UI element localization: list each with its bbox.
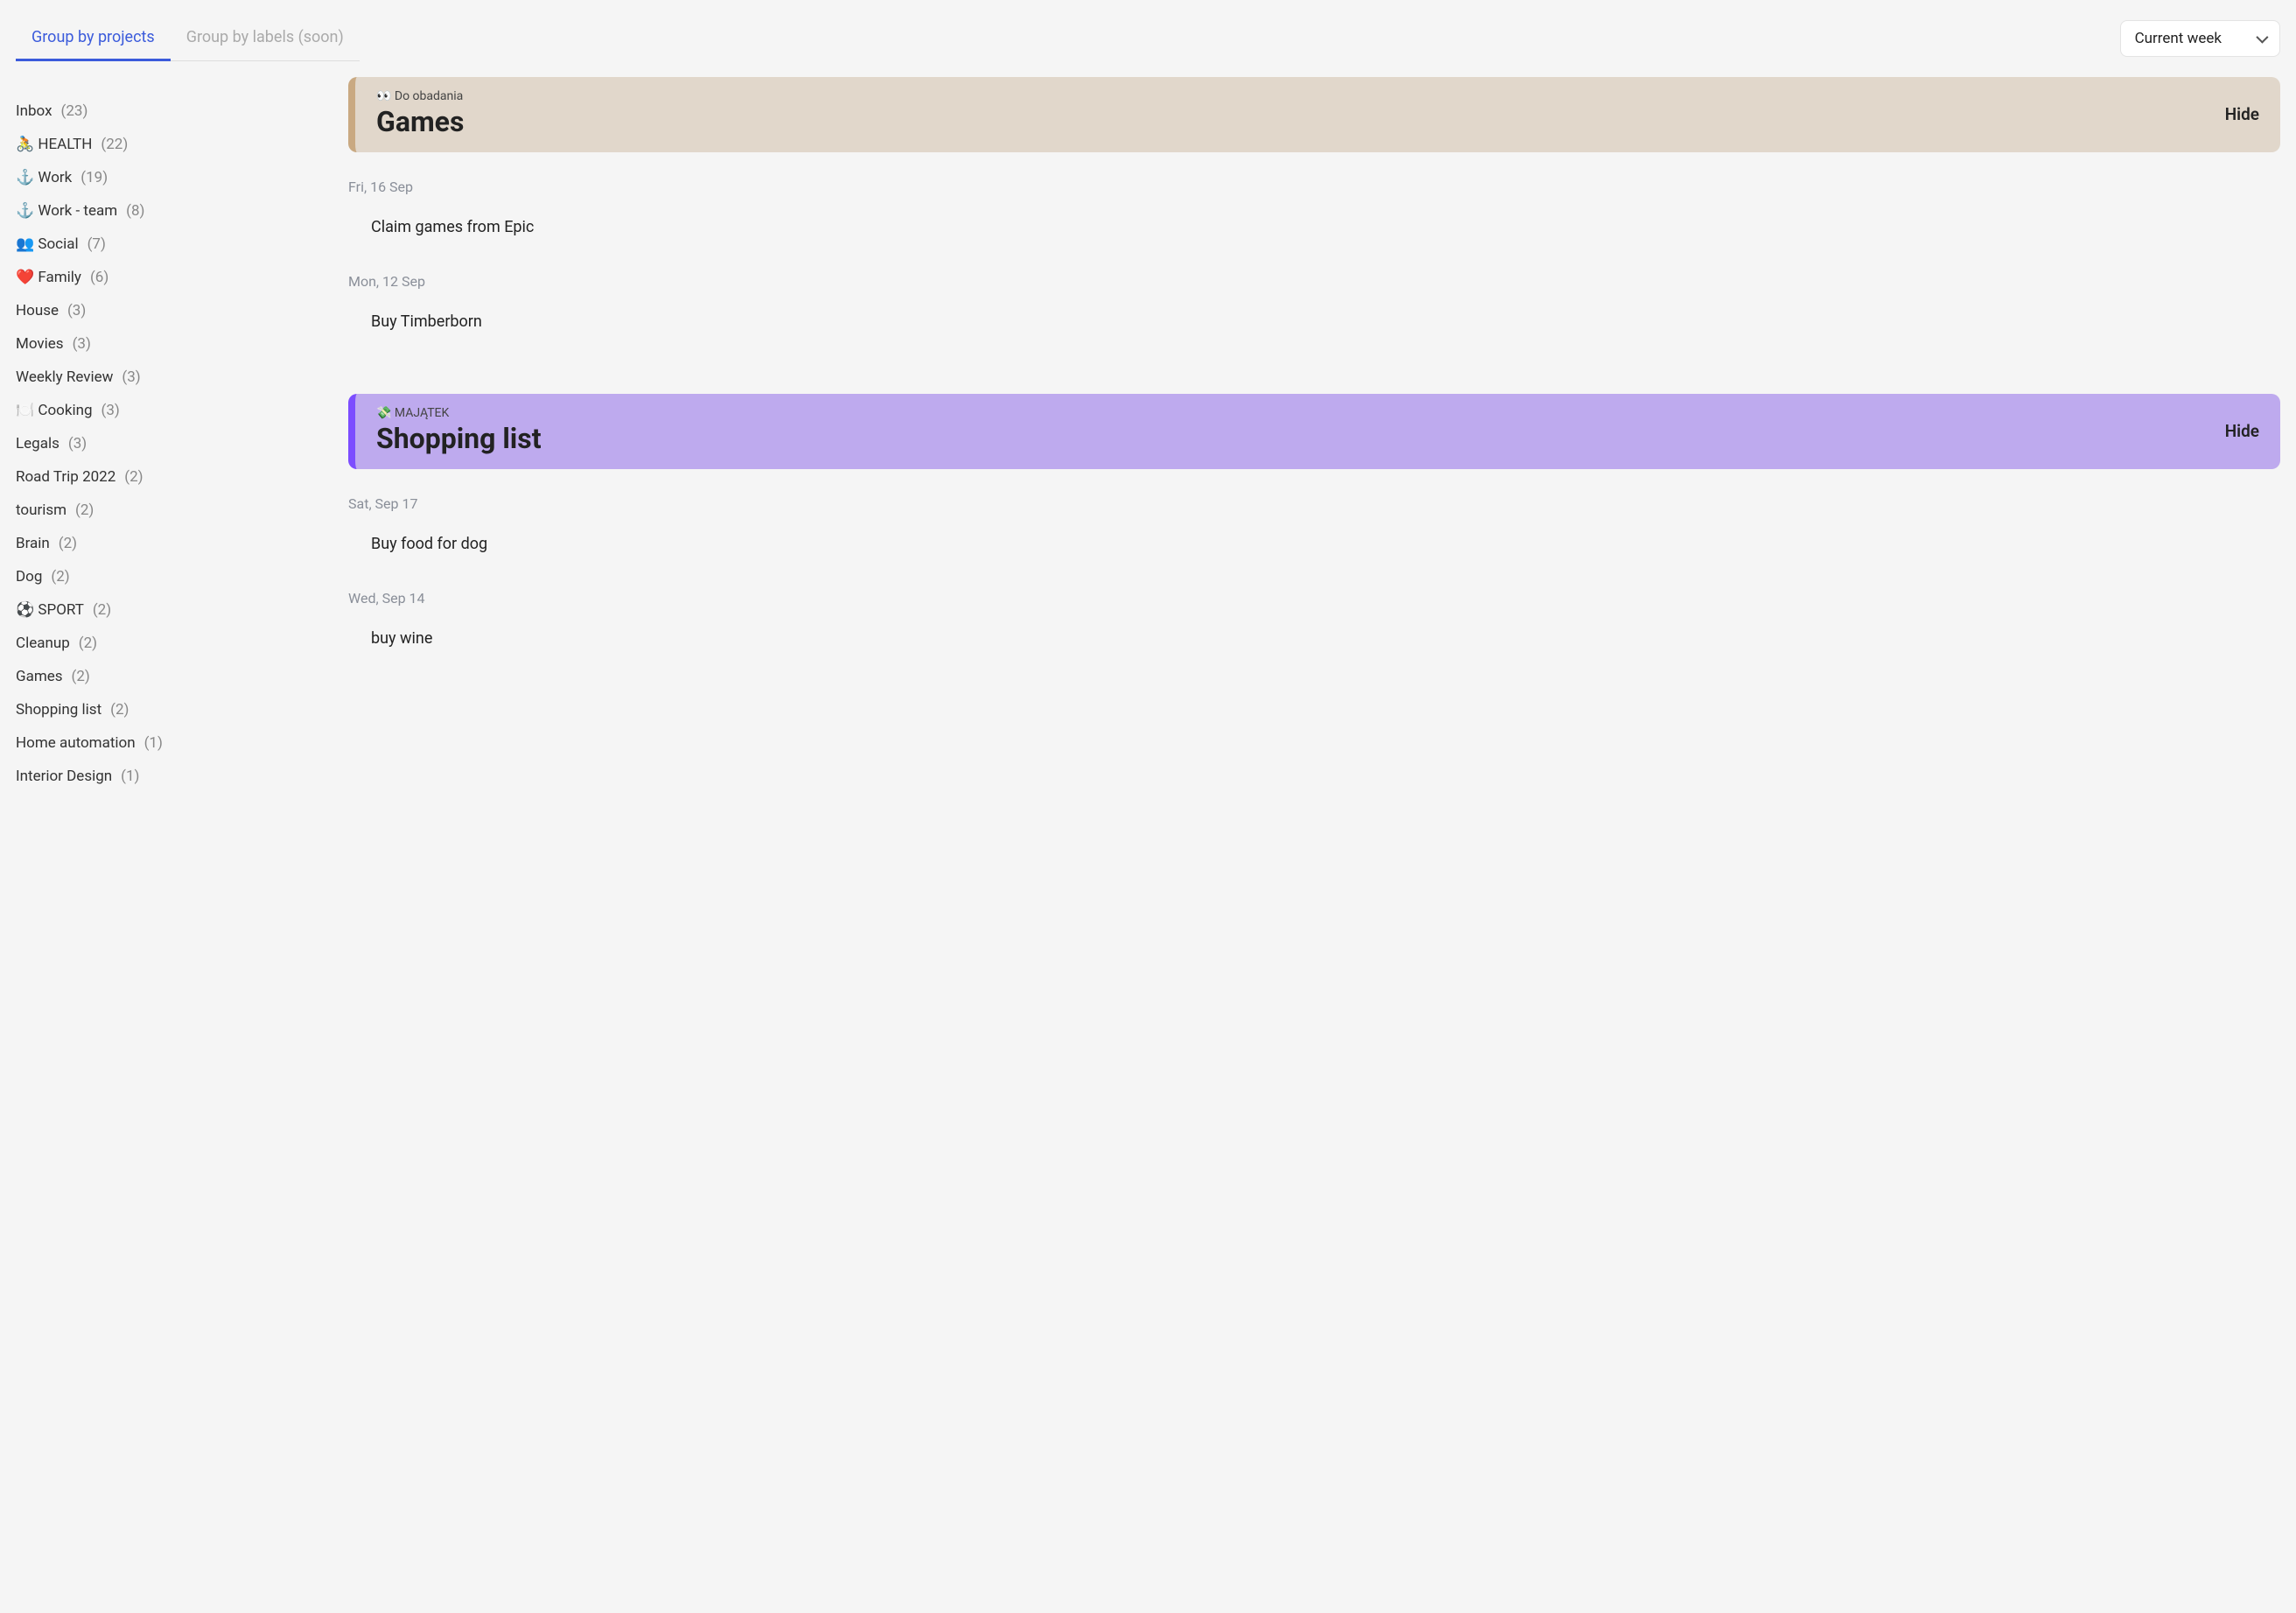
section-title: Shopping list [376, 422, 542, 455]
sidebar-item[interactable]: Road Trip 2022 (2) [16, 460, 313, 494]
task-item[interactable]: Buy Timberborn [348, 302, 2280, 341]
sidebar-item[interactable]: ⚓ Work (19) [16, 161, 313, 194]
sidebar-item[interactable]: Movies (3) [16, 327, 313, 361]
chevron-down-icon [2256, 32, 2268, 44]
sidebar-item-label: ❤️ Family [16, 269, 81, 286]
sidebar-item[interactable]: Cleanup (2) [16, 627, 313, 660]
project-section: 💸 MAJĄTEK Shopping list Hide Sat, Sep 17 Buy… [348, 394, 2280, 658]
sidebar-item-label: Dog [16, 568, 42, 586]
tab-group-by-projects[interactable]: Group by projects [16, 16, 171, 61]
period-select-value: Current week [2135, 30, 2222, 47]
sidebar-item-label: tourism [16, 501, 66, 519]
sidebar-item-label: 👥 Social [16, 235, 79, 253]
sidebar-item-count: (2) [72, 668, 90, 685]
sidebar-item-label: Weekly Review [16, 368, 113, 386]
date-label: Wed, Sep 14 [348, 590, 2280, 607]
sidebar-item-count: (19) [80, 169, 108, 186]
sidebar-item[interactable]: 👥 Social (7) [16, 228, 313, 261]
sidebar-item-label: Interior Design [16, 768, 112, 785]
sidebar-item-label: Shopping list [16, 701, 102, 719]
sidebar-item-count: (22) [101, 136, 128, 153]
task-item[interactable]: Claim games from Epic [348, 207, 2280, 247]
sidebar-item-count: (3) [67, 302, 86, 319]
tab-bar: Group by projects Group by labels (soon) [16, 16, 360, 61]
sidebar-item-label: Brain [16, 535, 50, 552]
sidebar-item[interactable]: Inbox (23) [16, 95, 313, 128]
sidebar-item-count: (2) [124, 468, 143, 486]
sidebar-item-count: (1) [121, 768, 139, 785]
sidebar-item[interactable]: ❤️ Family (6) [16, 261, 313, 294]
sidebar-item-label: ⚓ Work - team [16, 202, 117, 220]
sidebar-item[interactable]: Dog (2) [16, 560, 313, 593]
sidebar-item[interactable]: Games (2) [16, 660, 313, 693]
date-label: Fri, 16 Sep [348, 179, 2280, 195]
sidebar-item-label: ⚽ SPORT [16, 601, 84, 619]
sidebar-item-count: (1) [144, 734, 163, 752]
sidebar-item-label: 🚴 HEALTH [16, 136, 92, 153]
section-header: 💸 MAJĄTEK Shopping list Hide [348, 394, 2280, 469]
sidebar: Inbox (23) 🚴 HEALTH (22) ⚓ Work (19) ⚓ Work - … [16, 77, 313, 793]
sidebar-item[interactable]: Legals (3) [16, 427, 313, 460]
sidebar-item-label: Cleanup [16, 635, 70, 652]
date-group: Wed, Sep 14 buy wine [348, 590, 2280, 658]
sidebar-item-count: (2) [79, 635, 97, 652]
sidebar-item[interactable]: ⚽ SPORT (2) [16, 593, 313, 627]
date-group: Sat, Sep 17 Buy food for dog [348, 495, 2280, 564]
sidebar-item-label: Home automation [16, 734, 136, 752]
date-group: Fri, 16 Sep Claim games from Epic [348, 179, 2280, 247]
hide-button[interactable]: Hide [2225, 104, 2259, 124]
sidebar-item[interactable]: 🍽️ Cooking (3) [16, 394, 313, 427]
sidebar-item-label: Games [16, 668, 63, 685]
sidebar-item[interactable]: House (3) [16, 294, 313, 327]
sidebar-item-count: (2) [59, 535, 77, 552]
sidebar-item-count: (2) [93, 601, 111, 619]
section-title: Games [376, 105, 464, 138]
hide-button[interactable]: Hide [2225, 421, 2259, 441]
sidebar-item-label: Inbox [16, 102, 52, 120]
sidebar-item-count: (8) [126, 202, 144, 220]
sidebar-item-count: (3) [102, 402, 120, 419]
sidebar-item-label: Legals [16, 435, 60, 452]
section-meta: 👀 Do obadania [376, 89, 464, 103]
sidebar-item[interactable]: Weekly Review (3) [16, 361, 313, 394]
task-item[interactable]: Buy food for dog [348, 524, 2280, 564]
sidebar-item[interactable]: Interior Design (1) [16, 760, 313, 793]
main-content: 👀 Do obadania Games Hide Fri, 16 Sep Claim g… [348, 77, 2280, 793]
period-select[interactable]: Current week [2120, 20, 2280, 57]
sidebar-item-label: 🍽️ Cooking [16, 402, 93, 419]
date-label: Mon, 12 Sep [348, 273, 2280, 290]
section-meta: 💸 MAJĄTEK [376, 406, 542, 420]
section-header: 👀 Do obadania Games Hide [348, 77, 2280, 152]
task-item[interactable]: buy wine [348, 619, 2280, 658]
sidebar-item-count: (2) [110, 701, 129, 719]
sidebar-item-label: House [16, 302, 59, 319]
date-label: Sat, Sep 17 [348, 495, 2280, 512]
sidebar-item-count: (23) [61, 102, 88, 120]
sidebar-item-count: (2) [51, 568, 69, 586]
sidebar-item[interactable]: Shopping list (2) [16, 693, 313, 726]
sidebar-item-label: ⚓ Work [16, 169, 72, 186]
sidebar-item-count: (3) [73, 335, 91, 353]
tab-group-by-labels: Group by labels (soon) [171, 16, 360, 61]
sidebar-item-count: (6) [90, 269, 108, 286]
sidebar-item[interactable]: Home automation (1) [16, 726, 313, 760]
sidebar-item-count: (3) [122, 368, 140, 386]
sidebar-item-count: (3) [68, 435, 87, 452]
sidebar-item[interactable]: 🚴 HEALTH (22) [16, 128, 313, 161]
sidebar-item-count: (2) [75, 501, 94, 519]
sidebar-item-label: Movies [16, 335, 64, 353]
sidebar-item[interactable]: Brain (2) [16, 527, 313, 560]
sidebar-item-label: Road Trip 2022 [16, 468, 116, 486]
sidebar-item[interactable]: tourism (2) [16, 494, 313, 527]
project-section: 👀 Do obadania Games Hide Fri, 16 Sep Claim g… [348, 77, 2280, 341]
sidebar-item-count: (7) [88, 235, 106, 253]
date-group: Mon, 12 Sep Buy Timberborn [348, 273, 2280, 341]
sidebar-item[interactable]: ⚓ Work - team (8) [16, 194, 313, 228]
